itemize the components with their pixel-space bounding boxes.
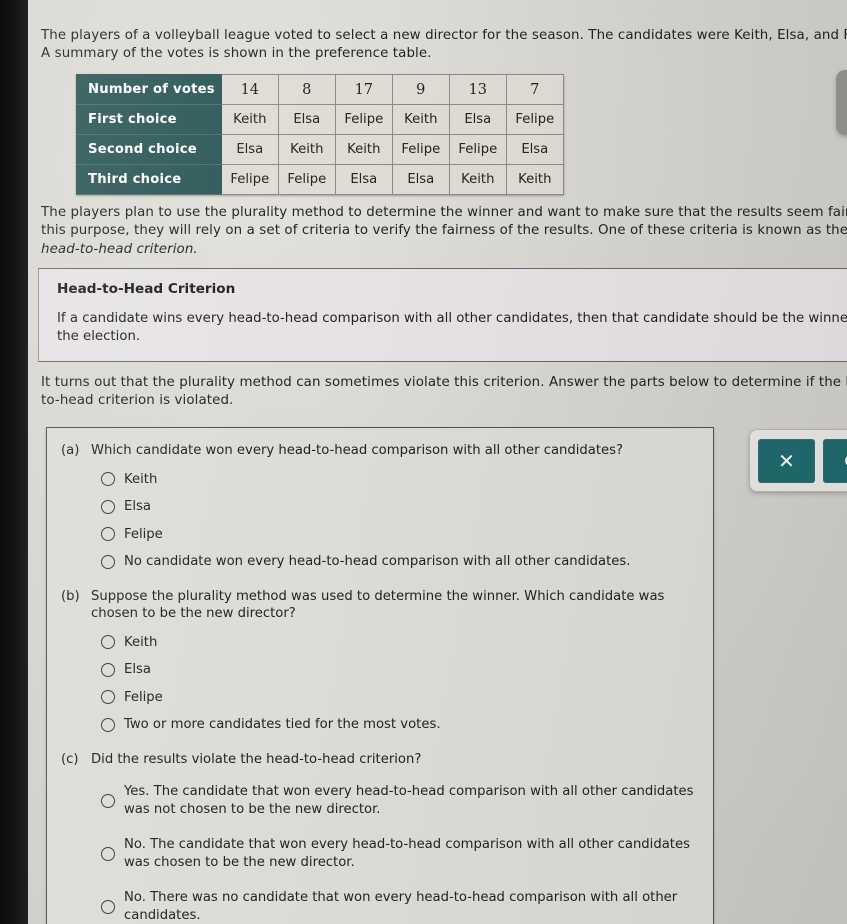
- turns-out-line-2: to-head criterion is violated.: [41, 393, 234, 409]
- close-icon: ✕: [778, 448, 795, 473]
- part-a-option-none[interactable]: No candidate won every head-to-head comp…: [101, 548, 699, 576]
- part-c-option-no-chosen[interactable]: No. The candidate that won every head-to…: [101, 827, 699, 880]
- radio-icon[interactable]: [101, 846, 115, 861]
- radio-icon[interactable]: [101, 662, 115, 677]
- second-choice-cell-5: Felipe: [448, 134, 507, 165]
- part-b-option-elsa[interactable]: Elsa: [101, 656, 699, 684]
- first-choice-cell-4: Keith: [391, 104, 450, 135]
- part-a-option-elsa[interactable]: Elsa: [101, 493, 699, 521]
- part-b-label: (b): [61, 588, 80, 604]
- part-b-option-felipe[interactable]: Felipe: [101, 684, 699, 712]
- third-choice-cell-2: Felipe: [277, 164, 336, 195]
- second-choice-cell-2: Keith: [277, 134, 336, 165]
- radio-icon[interactable]: [101, 717, 115, 732]
- radio-icon[interactable]: [101, 635, 115, 650]
- third-choice-cell-6: Keith: [505, 164, 564, 195]
- part-b-option-felipe-label: Felipe: [124, 689, 163, 705]
- part-c-option-no-candidate-label: No. There was no candidate that won ever…: [124, 890, 678, 923]
- question-part-a: (a) Which candidate won every head-to-he…: [47, 440, 713, 576]
- part-c-prompt: Did the results violate the head-to-head…: [91, 751, 422, 767]
- table-row: Number of votes 14 8 17 9 13 7: [76, 74, 564, 105]
- first-choice-cell-3: Felipe: [334, 104, 393, 135]
- part-c-option-no-candidate[interactable]: No. There was no candidate that won ever…: [101, 880, 699, 924]
- part-c-option-yes[interactable]: Yes. The candidate that won every head-t…: [101, 774, 699, 827]
- clear-button[interactable]: ✕: [758, 438, 815, 483]
- votes-cell-2: 8: [277, 74, 336, 105]
- first-choice-cell-5: Elsa: [448, 104, 507, 135]
- part-a-option-none-label: No candidate won every head-to-head comp…: [124, 554, 631, 569]
- turns-out-line-1: It turns out that the plurality method c…: [41, 375, 847, 390]
- row-header-third-choice: Third choice: [76, 164, 222, 195]
- votes-cell-1: 14: [220, 74, 279, 105]
- criterion-line-2: the election.: [57, 329, 141, 345]
- intro-line-2: A summary of the votes is shown in the p…: [41, 46, 432, 62]
- second-choice-cell-4: Felipe: [391, 134, 450, 165]
- part-c-option-yes-label: Yes. The candidate that won every head-t…: [124, 784, 694, 817]
- plurality-paragraph: The players plan to use the plurality me…: [41, 204, 847, 259]
- radio-icon[interactable]: [101, 472, 115, 487]
- row-header-second-choice: Second choice: [76, 134, 222, 165]
- first-choice-cell-6: Felipe: [505, 104, 564, 135]
- votes-cell-4: 9: [391, 74, 450, 105]
- table-row: Third choice Felipe Felipe Elsa Elsa Kei…: [76, 164, 564, 195]
- part-a-option-keith[interactable]: Keith: [101, 466, 699, 494]
- radio-icon[interactable]: [101, 899, 115, 914]
- refresh-icon: ↺: [843, 451, 847, 471]
- second-choice-cell-3: Keith: [334, 134, 393, 165]
- part-a-option-keith-label: Keith: [124, 471, 158, 487]
- part-b-option-tie[interactable]: Two or more candidates tied for the most…: [101, 711, 699, 739]
- second-choice-cell-1: Elsa: [220, 134, 279, 165]
- third-choice-cell-1: Felipe: [220, 164, 279, 195]
- third-choice-cell-5: Keith: [448, 164, 507, 195]
- part-b-option-keith[interactable]: Keith: [101, 629, 699, 657]
- row-header-votes: Number of votes: [76, 74, 222, 105]
- part-a-prompt: Which candidate won every head-to-head c…: [91, 443, 624, 458]
- radio-icon[interactable]: [101, 554, 115, 569]
- criterion-title: Head-to-Head Criterion: [57, 281, 236, 297]
- part-b-option-elsa-label: Elsa: [124, 662, 151, 677]
- radio-icon[interactable]: [101, 793, 115, 808]
- table-row: First choice Keith Elsa Felipe Keith Els…: [76, 104, 564, 135]
- part-a-option-felipe[interactable]: Felipe: [101, 521, 699, 549]
- part-c-option-no-chosen-label: No. The candidate that won every head-to…: [124, 837, 690, 870]
- row-header-first-choice: First choice: [76, 104, 222, 135]
- turns-out-paragraph: It turns out that the plurality method c…: [41, 374, 847, 411]
- votes-cell-3: 17: [334, 74, 393, 105]
- votes-cell-6: 7: [505, 74, 564, 105]
- questions-panel: (a) Which candidate won every head-to-he…: [46, 427, 714, 924]
- part-b-prompt-line-2: chosen to be the new director?: [91, 606, 296, 621]
- screen-edge-shadow: [0, 0, 28, 924]
- radio-icon[interactable]: [101, 499, 115, 514]
- first-choice-cell-1: Keith: [220, 104, 279, 135]
- reset-button[interactable]: ↺: [823, 438, 847, 483]
- floating-tooltip-panel: [836, 70, 847, 135]
- third-choice-cell-4: Elsa: [391, 164, 450, 195]
- part-a-option-elsa-label: Elsa: [124, 499, 151, 514]
- part-c-label: (c): [61, 751, 79, 767]
- plurality-line-3: head-to-head criterion.: [41, 241, 198, 257]
- answer-toolbar: ✕ ↺: [749, 429, 847, 492]
- plurality-line-1: The players plan to use the plurality me…: [41, 205, 847, 220]
- question-part-b: (b) Suppose the plurality method was use…: [47, 578, 713, 739]
- intro-paragraph: The players of a volleyball league voted…: [41, 27, 847, 64]
- third-choice-cell-3: Elsa: [334, 164, 393, 195]
- second-choice-cell-6: Elsa: [505, 134, 564, 165]
- worksheet-page: The players of a volleyball league voted…: [28, 0, 847, 924]
- preference-table: Number of votes 14 8 17 9 13 7 First cho…: [76, 74, 564, 195]
- plurality-line-2: this purpose, they will rely on a set of…: [41, 223, 847, 239]
- table-row: Second choice Elsa Keith Keith Felipe Fe…: [76, 134, 564, 165]
- part-b-prompt-line-1: Suppose the plurality method was used to…: [91, 588, 665, 604]
- part-a-option-felipe-label: Felipe: [124, 526, 163, 542]
- part-b-option-tie-label: Two or more candidates tied for the most…: [124, 717, 441, 732]
- criterion-line-1: If a candidate wins every head-to-head c…: [57, 311, 847, 326]
- radio-icon[interactable]: [101, 690, 115, 705]
- votes-cell-5: 13: [448, 74, 507, 105]
- first-choice-cell-2: Elsa: [277, 104, 336, 135]
- intro-line-1: The players of a volleyball league voted…: [41, 28, 847, 43]
- part-a-label: (a): [61, 443, 80, 458]
- head-to-head-criterion-box: Head-to-Head Criterion If a candidate wi…: [38, 268, 847, 362]
- radio-icon[interactable]: [101, 527, 115, 542]
- part-b-option-keith-label: Keith: [124, 634, 158, 650]
- question-part-c: (c) Did the results violate the head-to-…: [47, 741, 713, 924]
